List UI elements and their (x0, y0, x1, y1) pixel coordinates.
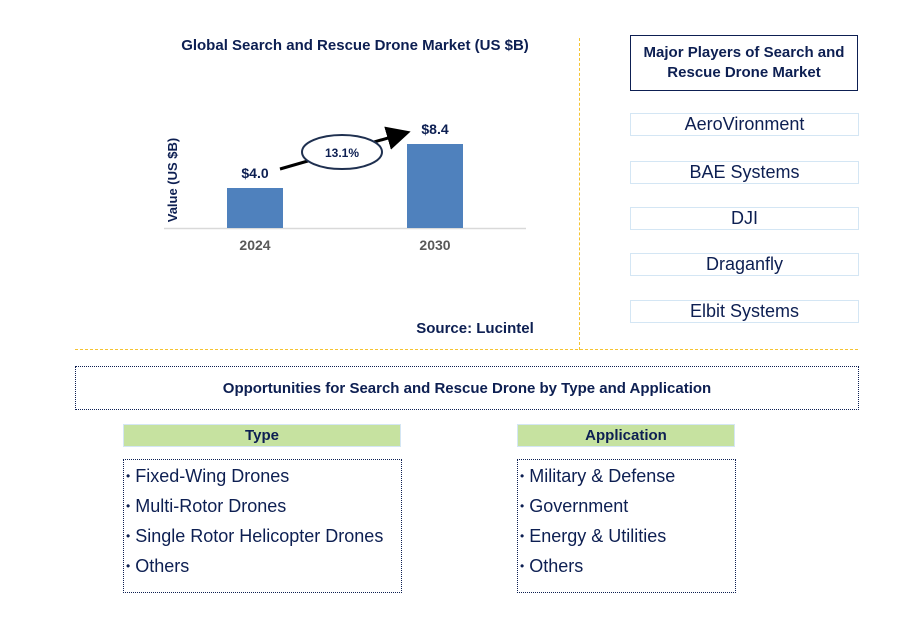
y-axis-label: Value (US $B) (165, 138, 180, 223)
application-item: • Military & Defense (520, 466, 676, 486)
bullet-icon: • (520, 469, 525, 483)
type-header: Type (123, 424, 401, 447)
application-item: • Energy & Utilities (520, 526, 667, 546)
player-item: Elbit Systems (630, 300, 859, 323)
type-item: • Fixed-Wing Drones (126, 466, 290, 486)
application-header: Application (517, 424, 735, 447)
cagr-annotation: 13.1% (279, 126, 411, 171)
type-list: • Fixed-Wing Drones • Multi-Rotor Drones •… (123, 459, 402, 593)
bullet-icon: • (126, 559, 131, 573)
type-item: • Multi-Rotor Drones (126, 496, 287, 516)
x-tick-label: 2030 (419, 237, 450, 253)
bar-2024 (227, 188, 283, 228)
application-item: • Others (520, 556, 584, 576)
opportunities-title: Opportunities for Search and Rescue Dron… (75, 366, 859, 410)
application-item: • Government (520, 496, 629, 516)
type-item: • Others (126, 556, 190, 576)
player-item: AeroVironment (630, 113, 859, 136)
bar-2030 (407, 144, 463, 228)
value-label: $8.4 (421, 121, 448, 137)
bullet-icon: • (520, 559, 525, 573)
bullet-icon: • (520, 499, 525, 513)
application-list: • Military & Defense • Government • Energy … (517, 459, 736, 593)
player-item: BAE Systems (630, 161, 859, 184)
type-item: • Single Rotor Helicopter Drones (126, 526, 384, 546)
vertical-divider (579, 38, 580, 350)
bullet-icon: • (126, 469, 131, 483)
player-item: Draganfly (630, 253, 859, 276)
horizontal-divider (75, 349, 858, 350)
cagr-label: 13.1% (325, 146, 359, 160)
value-label: $4.0 (241, 165, 268, 181)
source-label: Source: Lucintel (416, 320, 534, 337)
bullet-icon: • (520, 529, 525, 543)
bullet-icon: • (126, 529, 131, 543)
player-item: DJI (630, 207, 859, 230)
bullet-icon: • (126, 499, 131, 513)
x-tick-label: 2024 (239, 237, 270, 253)
players-header: Major Players of Search and Rescue Drone… (630, 35, 858, 91)
